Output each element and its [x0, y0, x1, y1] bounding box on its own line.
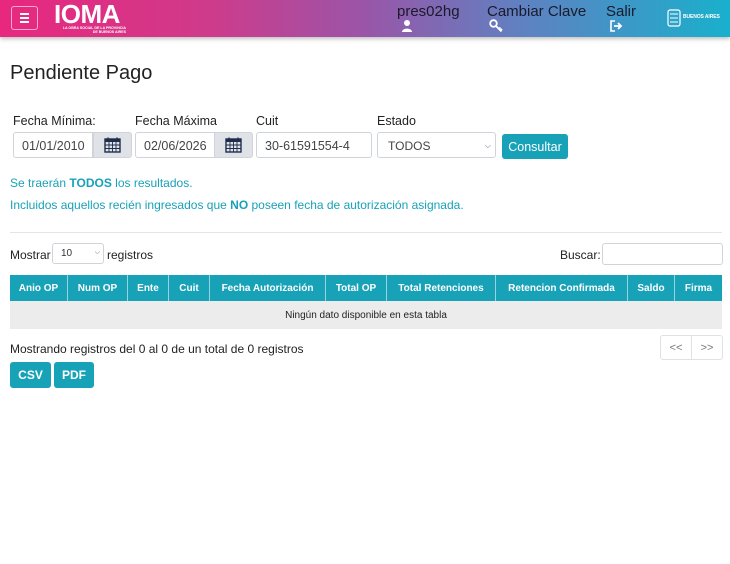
table-header-row: Anio OP Num OP Ente Cuit Fecha Autorizac… — [10, 275, 722, 301]
info-line1-prefix: Se traerán — [10, 176, 70, 190]
mostrar-label: Mostrar — [10, 248, 51, 262]
chevron-down-icon: ⌵ — [94, 249, 100, 256]
chevron-down-icon: ⌵ — [484, 141, 491, 150]
column-header-cuit[interactable]: Cuit — [169, 275, 210, 301]
table-empty-row: Ningún dato disponible en esta tabla — [10, 301, 722, 329]
menu-toggle-button[interactable] — [11, 6, 38, 30]
previous-page-button[interactable]: << — [661, 336, 692, 359]
page-title: Pendiente Pago — [10, 62, 153, 84]
info-line2-bold: NO — [230, 198, 249, 212]
column-header-anio-op[interactable]: Anio OP — [10, 275, 68, 301]
column-header-saldo[interactable]: Saldo — [628, 275, 675, 301]
column-header-ente[interactable]: Ente — [128, 275, 169, 301]
info-line1-suffix: los resultados. — [111, 176, 193, 190]
estado-select[interactable]: TODOS ⌵ — [377, 132, 496, 158]
menu-bar — [20, 17, 29, 19]
cuit-label: Cuit — [256, 114, 279, 128]
info-line2-suffix: poseen fecha de autorización asignada. — [248, 198, 464, 212]
next-page-button[interactable]: >> — [692, 336, 722, 359]
export-pdf-button[interactable]: PDF — [54, 362, 94, 388]
search-input[interactable] — [602, 243, 723, 265]
buscar-label: Buscar: — [560, 248, 601, 262]
page-length-select[interactable]: 10 ⌵ — [52, 243, 104, 264]
column-header-retencion-confirmada[interactable]: Retencion Confirmada — [496, 275, 628, 301]
pagination: << >> — [660, 335, 723, 360]
cambiar-clave-menu-item[interactable]: Cambiar Clave — [487, 3, 587, 33]
fecha-minima-label: Fecha Mínima: — [13, 114, 96, 128]
province-logo-text: BUENOS AIRES — [683, 14, 720, 20]
column-header-num-op[interactable]: Num OP — [68, 275, 128, 301]
column-header-fecha-autorizacion[interactable]: Fecha Autorización — [210, 275, 326, 301]
logo-text: IOMA — [54, 0, 120, 29]
registros-label: registros — [107, 248, 154, 262]
fecha-maxima-calendar-button[interactable] — [214, 132, 253, 158]
ioma-logo[interactable]: IOMA LA OBRA SOCIAL DE LA PROVINCIA DE B… — [54, 0, 130, 34]
user-label: pres02hg — [397, 3, 460, 20]
top-navbar: IOMA LA OBRA SOCIAL DE LA PROVINCIA DE B… — [0, 0, 730, 37]
sign-out-icon — [610, 20, 623, 32]
info-line1-bold: TODOS — [69, 176, 112, 190]
column-header-total-op[interactable]: Total OP — [326, 275, 387, 301]
logo-subtitle-2: DE BUENOS AIRES — [92, 30, 126, 34]
user-menu-item[interactable]: pres02hg — [397, 3, 460, 32]
column-header-firma[interactable]: Firma — [675, 275, 722, 301]
salir-menu-item[interactable]: Salir — [606, 3, 637, 32]
info-todos-message: Se traerán TODOS los resultados. — [10, 176, 193, 190]
calendar-icon — [104, 137, 121, 153]
fecha-maxima-label: Fecha Máxima — [135, 114, 217, 128]
estado-label: Estado — [377, 114, 416, 128]
cambiar-clave-label: Cambiar Clave — [487, 3, 587, 20]
salir-label: Salir — [606, 3, 637, 20]
divider — [10, 232, 722, 233]
table-info-text: Mostrando registros del 0 al 0 de un tot… — [10, 342, 304, 356]
province-logo: BUENOS AIRES — [667, 8, 723, 28]
province-emblem-icon — [667, 9, 681, 27]
column-header-total-retenciones[interactable]: Total Retenciones — [387, 275, 496, 301]
fecha-minima-input[interactable]: 01/01/2010 — [13, 132, 93, 158]
menu-bar — [20, 21, 29, 23]
info-no-fecha-message: Incluidos aquellos recién ingresados que… — [10, 198, 464, 212]
menu-bar — [20, 13, 29, 15]
user-icon — [402, 20, 412, 32]
fecha-maxima-input[interactable]: 02/06/2026 — [135, 132, 215, 158]
consultar-button[interactable]: Consultar — [502, 134, 568, 159]
calendar-icon — [225, 137, 242, 153]
fecha-minima-calendar-button[interactable] — [93, 132, 132, 158]
estado-selected-value: TODOS — [388, 139, 431, 153]
page-length-value: 10 — [61, 248, 73, 259]
export-csv-button[interactable]: CSV — [10, 362, 51, 388]
info-line2-prefix: Incluidos aquellos recién ingresados que — [10, 198, 231, 212]
cuit-input[interactable]: 30-61591554-4 — [256, 132, 372, 158]
key-icon — [489, 19, 503, 33]
